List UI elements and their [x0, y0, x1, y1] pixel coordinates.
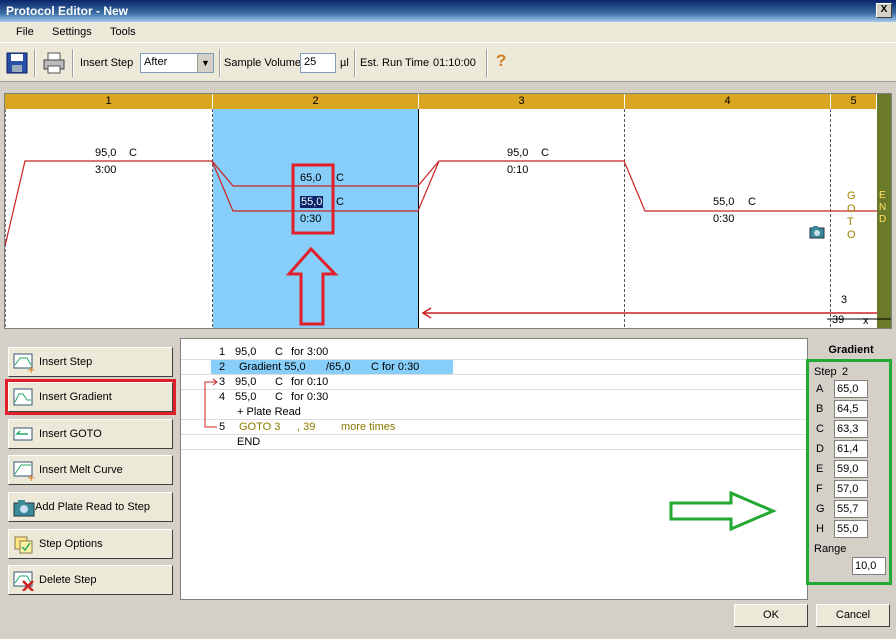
menu-file[interactable]: File [16, 26, 34, 38]
insert-step-label: Insert Step [39, 356, 93, 368]
insert-goto-icon [13, 425, 35, 445]
gradient-row-letter: C [816, 423, 824, 435]
gradient-row-letter: B [816, 403, 824, 415]
insert-step-label: Insert Step [80, 57, 134, 69]
chevron-down-icon[interactable]: ▼ [197, 54, 213, 72]
cancel-button[interactable]: Cancel [816, 604, 890, 627]
step2-unit-high: C [336, 172, 344, 184]
step2-unit-low: C [336, 196, 344, 208]
window-title-bar: Protocol Editor - New [0, 0, 896, 22]
step3-temp[interactable]: 95,0 [507, 147, 528, 159]
step4-unit: C [748, 196, 756, 208]
gradient-value-f[interactable]: 57,0 [834, 480, 868, 498]
goto-target: 3 [841, 294, 848, 306]
insert-gradient-icon [13, 388, 35, 408]
gradient-row-letter: H [816, 523, 824, 535]
gradient-row-letter: D [816, 443, 824, 455]
insert-gradient-label: Insert Gradient [39, 391, 112, 403]
gradient-row-letter: G [816, 503, 825, 515]
insert-step-icon: + [13, 353, 35, 376]
list-item[interactable]: 4 55,0 C for 0:30 [181, 390, 807, 405]
step4-time[interactable]: 0:30 [713, 213, 734, 225]
gradient-step-label: Step [814, 366, 837, 378]
gradient-value-c[interactable]: 63,3 [834, 420, 868, 438]
step-options-button[interactable]: Step Options [8, 529, 173, 559]
run-time-value: 01:10:00 [433, 57, 476, 69]
list-item[interactable]: + Plate Read [181, 405, 807, 420]
close-window-button[interactable]: X [876, 3, 892, 18]
temperature-trace [5, 109, 891, 328]
svg-text:+: + [27, 473, 35, 481]
gradient-row-letter: A [816, 383, 824, 395]
gradient-value-d[interactable]: 61,4 [834, 440, 868, 458]
goto-label: G O T O [847, 190, 856, 241]
melt-curve-icon: + [13, 461, 35, 484]
delete-step-icon [13, 571, 35, 592]
step1-unit: C [129, 147, 137, 159]
insert-step-select[interactable]: After ▼ [140, 53, 214, 73]
step2-temp-high[interactable]: 65,0 [300, 172, 321, 184]
gradient-step-value: 2 [842, 366, 849, 378]
svg-text:+: + [27, 365, 35, 373]
step-options-icon [13, 535, 35, 555]
list-item[interactable]: 2 Gradient 55,0 /65,0 C for 0:30 [181, 360, 807, 375]
menu-settings[interactable]: Settings [52, 26, 92, 38]
add-plate-read-button[interactable]: Add Plate Read to Step [8, 492, 173, 522]
gradient-value-a[interactable]: 65,0 [834, 380, 868, 398]
toolbar: Insert Step After ▼ Sample Volume 25 µl … [0, 42, 896, 82]
insert-gradient-button[interactable]: Insert Gradient [5, 379, 176, 415]
run-time-label: Est. Run Time [360, 57, 430, 69]
sample-volume-unit: µl [340, 57, 349, 69]
step2-temp-low[interactable]: 55,0 [300, 196, 324, 208]
step2-time[interactable]: 0:30 [300, 213, 321, 225]
insert-step-button[interactable]: + Insert Step [8, 347, 173, 377]
gradient-title: Gradient [828, 344, 874, 356]
help-icon[interactable]: ? [496, 51, 506, 71]
goto-cycles[interactable]: 39 [832, 314, 844, 326]
list-item[interactable]: 3 95,0 C for 0:10 [181, 375, 807, 390]
ok-button[interactable]: OK [734, 604, 808, 627]
sample-volume-label: Sample Volume [224, 57, 302, 69]
protocol-list: 1 95,0 C for 3:00 2 Gradient 55,0 /65,0 … [180, 338, 808, 600]
gradient-row-letter: F [816, 483, 823, 495]
list-item[interactable]: END [181, 435, 807, 450]
delete-step-label: Delete Step [39, 574, 97, 586]
print-icon[interactable] [42, 52, 66, 74]
menu-bar: File Settings Tools [0, 22, 896, 42]
window-title: Protocol Editor - New [6, 4, 129, 18]
step1-time[interactable]: 3:00 [95, 164, 116, 176]
save-icon[interactable] [6, 52, 28, 74]
step4-temp[interactable]: 55,0 [713, 196, 734, 208]
camera-icon [13, 498, 35, 518]
gradient-panel: Gradient Step 2 A 65,0 B 64,5 C 63,3 D 6… [806, 338, 894, 600]
gradient-value-h[interactable]: 55,0 [834, 520, 868, 538]
insert-goto-label: Insert GOTO [39, 428, 102, 440]
insert-goto-button[interactable]: Insert GOTO [8, 419, 173, 449]
gradient-value-g[interactable]: 55,7 [834, 500, 868, 518]
list-item[interactable]: 5 GOTO 3 , 39 more times [181, 420, 807, 435]
insert-melt-curve-label: Insert Melt Curve [39, 464, 123, 476]
gradient-range-label: Range [814, 543, 847, 555]
protocol-graph: 1 2 3 4 5 E N D 95,0 C 3:00 65,0 C 55,0 … [4, 93, 892, 329]
sample-volume-input[interactable]: 25 [300, 53, 336, 73]
gradient-row-letter: E [816, 463, 824, 475]
add-plate-read-label: Add Plate Read to Step [35, 501, 150, 513]
camera-icon [809, 225, 825, 239]
green-arrow-indicator [669, 491, 777, 531]
list-item[interactable]: 1 95,0 C for 3:00 [181, 345, 807, 360]
step-options-label: Step Options [39, 538, 103, 550]
gradient-value-e[interactable]: 59,0 [834, 460, 868, 478]
gradient-value-b[interactable]: 64,5 [834, 400, 868, 418]
menu-tools[interactable]: Tools [110, 26, 136, 38]
gradient-range-input[interactable]: 10,0 [852, 557, 886, 575]
step1-temp[interactable]: 95,0 [95, 147, 116, 159]
step3-unit: C [541, 147, 549, 159]
delete-step-button[interactable]: Delete Step [8, 565, 173, 595]
step3-time[interactable]: 0:10 [507, 164, 528, 176]
goto-cycles-unit: x [863, 315, 869, 327]
insert-step-value: After [144, 56, 168, 68]
insert-melt-curve-button[interactable]: + Insert Melt Curve [8, 455, 173, 485]
